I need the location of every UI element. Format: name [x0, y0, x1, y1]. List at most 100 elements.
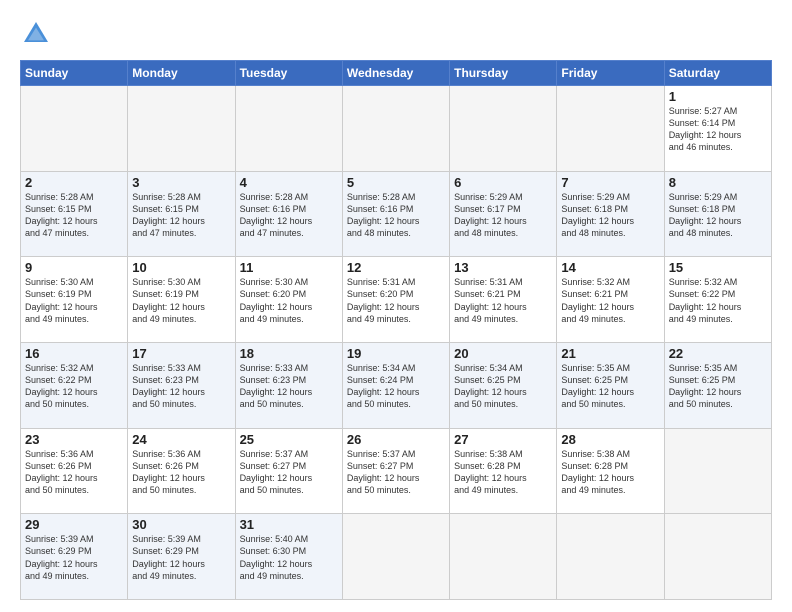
day-number: 10	[132, 260, 230, 275]
day-number: 3	[132, 175, 230, 190]
day-info: Sunrise: 5:38 AM Sunset: 6:28 PM Dayligh…	[454, 448, 552, 497]
day-info: Sunrise: 5:32 AM Sunset: 6:21 PM Dayligh…	[561, 276, 659, 325]
calendar-week-row: 9Sunrise: 5:30 AM Sunset: 6:19 PM Daylig…	[21, 257, 772, 343]
day-info: Sunrise: 5:36 AM Sunset: 6:26 PM Dayligh…	[132, 448, 230, 497]
day-number: 12	[347, 260, 445, 275]
day-info: Sunrise: 5:28 AM Sunset: 6:15 PM Dayligh…	[132, 191, 230, 240]
day-info: Sunrise: 5:35 AM Sunset: 6:25 PM Dayligh…	[561, 362, 659, 411]
calendar-week-row: 1Sunrise: 5:27 AM Sunset: 6:14 PM Daylig…	[21, 86, 772, 172]
calendar-day-cell: 9Sunrise: 5:30 AM Sunset: 6:19 PM Daylig…	[21, 257, 128, 343]
calendar-day-cell: 31Sunrise: 5:40 AM Sunset: 6:30 PM Dayli…	[235, 514, 342, 600]
calendar-table: SundayMondayTuesdayWednesdayThursdayFrid…	[20, 60, 772, 600]
day-number: 21	[561, 346, 659, 361]
calendar-week-row: 16Sunrise: 5:32 AM Sunset: 6:22 PM Dayli…	[21, 342, 772, 428]
day-number: 24	[132, 432, 230, 447]
day-number: 5	[347, 175, 445, 190]
day-info: Sunrise: 5:28 AM Sunset: 6:15 PM Dayligh…	[25, 191, 123, 240]
day-info: Sunrise: 5:37 AM Sunset: 6:27 PM Dayligh…	[240, 448, 338, 497]
calendar-day-cell: 20Sunrise: 5:34 AM Sunset: 6:25 PM Dayli…	[450, 342, 557, 428]
calendar-day-cell: 25Sunrise: 5:37 AM Sunset: 6:27 PM Dayli…	[235, 428, 342, 514]
calendar-day-header: Saturday	[664, 61, 771, 86]
day-number: 14	[561, 260, 659, 275]
calendar-day-cell	[128, 86, 235, 172]
day-number: 16	[25, 346, 123, 361]
calendar-day-cell: 8Sunrise: 5:29 AM Sunset: 6:18 PM Daylig…	[664, 171, 771, 257]
day-info: Sunrise: 5:34 AM Sunset: 6:25 PM Dayligh…	[454, 362, 552, 411]
calendar-day-cell: 26Sunrise: 5:37 AM Sunset: 6:27 PM Dayli…	[342, 428, 449, 514]
calendar-day-cell	[450, 86, 557, 172]
calendar-day-cell: 2Sunrise: 5:28 AM Sunset: 6:15 PM Daylig…	[21, 171, 128, 257]
calendar-day-cell: 5Sunrise: 5:28 AM Sunset: 6:16 PM Daylig…	[342, 171, 449, 257]
day-number: 19	[347, 346, 445, 361]
day-number: 22	[669, 346, 767, 361]
day-number: 7	[561, 175, 659, 190]
calendar-day-cell: 27Sunrise: 5:38 AM Sunset: 6:28 PM Dayli…	[450, 428, 557, 514]
calendar-day-cell	[235, 86, 342, 172]
day-info: Sunrise: 5:35 AM Sunset: 6:25 PM Dayligh…	[669, 362, 767, 411]
calendar-day-cell: 13Sunrise: 5:31 AM Sunset: 6:21 PM Dayli…	[450, 257, 557, 343]
day-info: Sunrise: 5:32 AM Sunset: 6:22 PM Dayligh…	[25, 362, 123, 411]
day-info: Sunrise: 5:30 AM Sunset: 6:19 PM Dayligh…	[132, 276, 230, 325]
day-info: Sunrise: 5:33 AM Sunset: 6:23 PM Dayligh…	[240, 362, 338, 411]
calendar-day-cell	[342, 514, 449, 600]
calendar-day-cell: 1Sunrise: 5:27 AM Sunset: 6:14 PM Daylig…	[664, 86, 771, 172]
calendar-day-cell: 30Sunrise: 5:39 AM Sunset: 6:29 PM Dayli…	[128, 514, 235, 600]
day-info: Sunrise: 5:32 AM Sunset: 6:22 PM Dayligh…	[669, 276, 767, 325]
day-number: 13	[454, 260, 552, 275]
day-number: 17	[132, 346, 230, 361]
day-info: Sunrise: 5:33 AM Sunset: 6:23 PM Dayligh…	[132, 362, 230, 411]
logo	[20, 18, 56, 50]
day-info: Sunrise: 5:28 AM Sunset: 6:16 PM Dayligh…	[240, 191, 338, 240]
day-info: Sunrise: 5:40 AM Sunset: 6:30 PM Dayligh…	[240, 533, 338, 582]
calendar-day-cell: 6Sunrise: 5:29 AM Sunset: 6:17 PM Daylig…	[450, 171, 557, 257]
calendar-day-cell: 21Sunrise: 5:35 AM Sunset: 6:25 PM Dayli…	[557, 342, 664, 428]
calendar-day-cell: 4Sunrise: 5:28 AM Sunset: 6:16 PM Daylig…	[235, 171, 342, 257]
day-number: 28	[561, 432, 659, 447]
calendar-day-cell: 11Sunrise: 5:30 AM Sunset: 6:20 PM Dayli…	[235, 257, 342, 343]
calendar-day-cell: 16Sunrise: 5:32 AM Sunset: 6:22 PM Dayli…	[21, 342, 128, 428]
calendar-day-header: Sunday	[21, 61, 128, 86]
day-info: Sunrise: 5:27 AM Sunset: 6:14 PM Dayligh…	[669, 105, 767, 154]
calendar-day-cell: 24Sunrise: 5:36 AM Sunset: 6:26 PM Dayli…	[128, 428, 235, 514]
calendar-day-cell	[557, 514, 664, 600]
day-number: 26	[347, 432, 445, 447]
calendar-day-cell	[342, 86, 449, 172]
calendar-day-cell: 10Sunrise: 5:30 AM Sunset: 6:19 PM Dayli…	[128, 257, 235, 343]
day-number: 29	[25, 517, 123, 532]
calendar-day-cell: 17Sunrise: 5:33 AM Sunset: 6:23 PM Dayli…	[128, 342, 235, 428]
day-info: Sunrise: 5:29 AM Sunset: 6:18 PM Dayligh…	[561, 191, 659, 240]
calendar-day-cell: 12Sunrise: 5:31 AM Sunset: 6:20 PM Dayli…	[342, 257, 449, 343]
calendar-day-cell: 7Sunrise: 5:29 AM Sunset: 6:18 PM Daylig…	[557, 171, 664, 257]
page: SundayMondayTuesdayWednesdayThursdayFrid…	[0, 0, 792, 612]
day-number: 27	[454, 432, 552, 447]
day-info: Sunrise: 5:37 AM Sunset: 6:27 PM Dayligh…	[347, 448, 445, 497]
day-number: 2	[25, 175, 123, 190]
calendar-day-cell	[21, 86, 128, 172]
day-number: 8	[669, 175, 767, 190]
day-info: Sunrise: 5:29 AM Sunset: 6:18 PM Dayligh…	[669, 191, 767, 240]
calendar-day-cell: 3Sunrise: 5:28 AM Sunset: 6:15 PM Daylig…	[128, 171, 235, 257]
calendar-day-cell: 29Sunrise: 5:39 AM Sunset: 6:29 PM Dayli…	[21, 514, 128, 600]
day-number: 31	[240, 517, 338, 532]
calendar-day-header: Monday	[128, 61, 235, 86]
day-number: 18	[240, 346, 338, 361]
day-info: Sunrise: 5:28 AM Sunset: 6:16 PM Dayligh…	[347, 191, 445, 240]
day-number: 9	[25, 260, 123, 275]
calendar-week-row: 23Sunrise: 5:36 AM Sunset: 6:26 PM Dayli…	[21, 428, 772, 514]
day-info: Sunrise: 5:30 AM Sunset: 6:20 PM Dayligh…	[240, 276, 338, 325]
day-number: 1	[669, 89, 767, 104]
calendar-day-cell: 18Sunrise: 5:33 AM Sunset: 6:23 PM Dayli…	[235, 342, 342, 428]
calendar-day-cell	[664, 514, 771, 600]
calendar-day-header: Thursday	[450, 61, 557, 86]
day-info: Sunrise: 5:30 AM Sunset: 6:19 PM Dayligh…	[25, 276, 123, 325]
header	[20, 18, 772, 50]
day-info: Sunrise: 5:36 AM Sunset: 6:26 PM Dayligh…	[25, 448, 123, 497]
day-number: 11	[240, 260, 338, 275]
day-number: 6	[454, 175, 552, 190]
calendar-day-header: Friday	[557, 61, 664, 86]
calendar-week-row: 2Sunrise: 5:28 AM Sunset: 6:15 PM Daylig…	[21, 171, 772, 257]
day-info: Sunrise: 5:31 AM Sunset: 6:21 PM Dayligh…	[454, 276, 552, 325]
calendar-day-cell	[450, 514, 557, 600]
calendar-day-cell: 22Sunrise: 5:35 AM Sunset: 6:25 PM Dayli…	[664, 342, 771, 428]
day-number: 23	[25, 432, 123, 447]
